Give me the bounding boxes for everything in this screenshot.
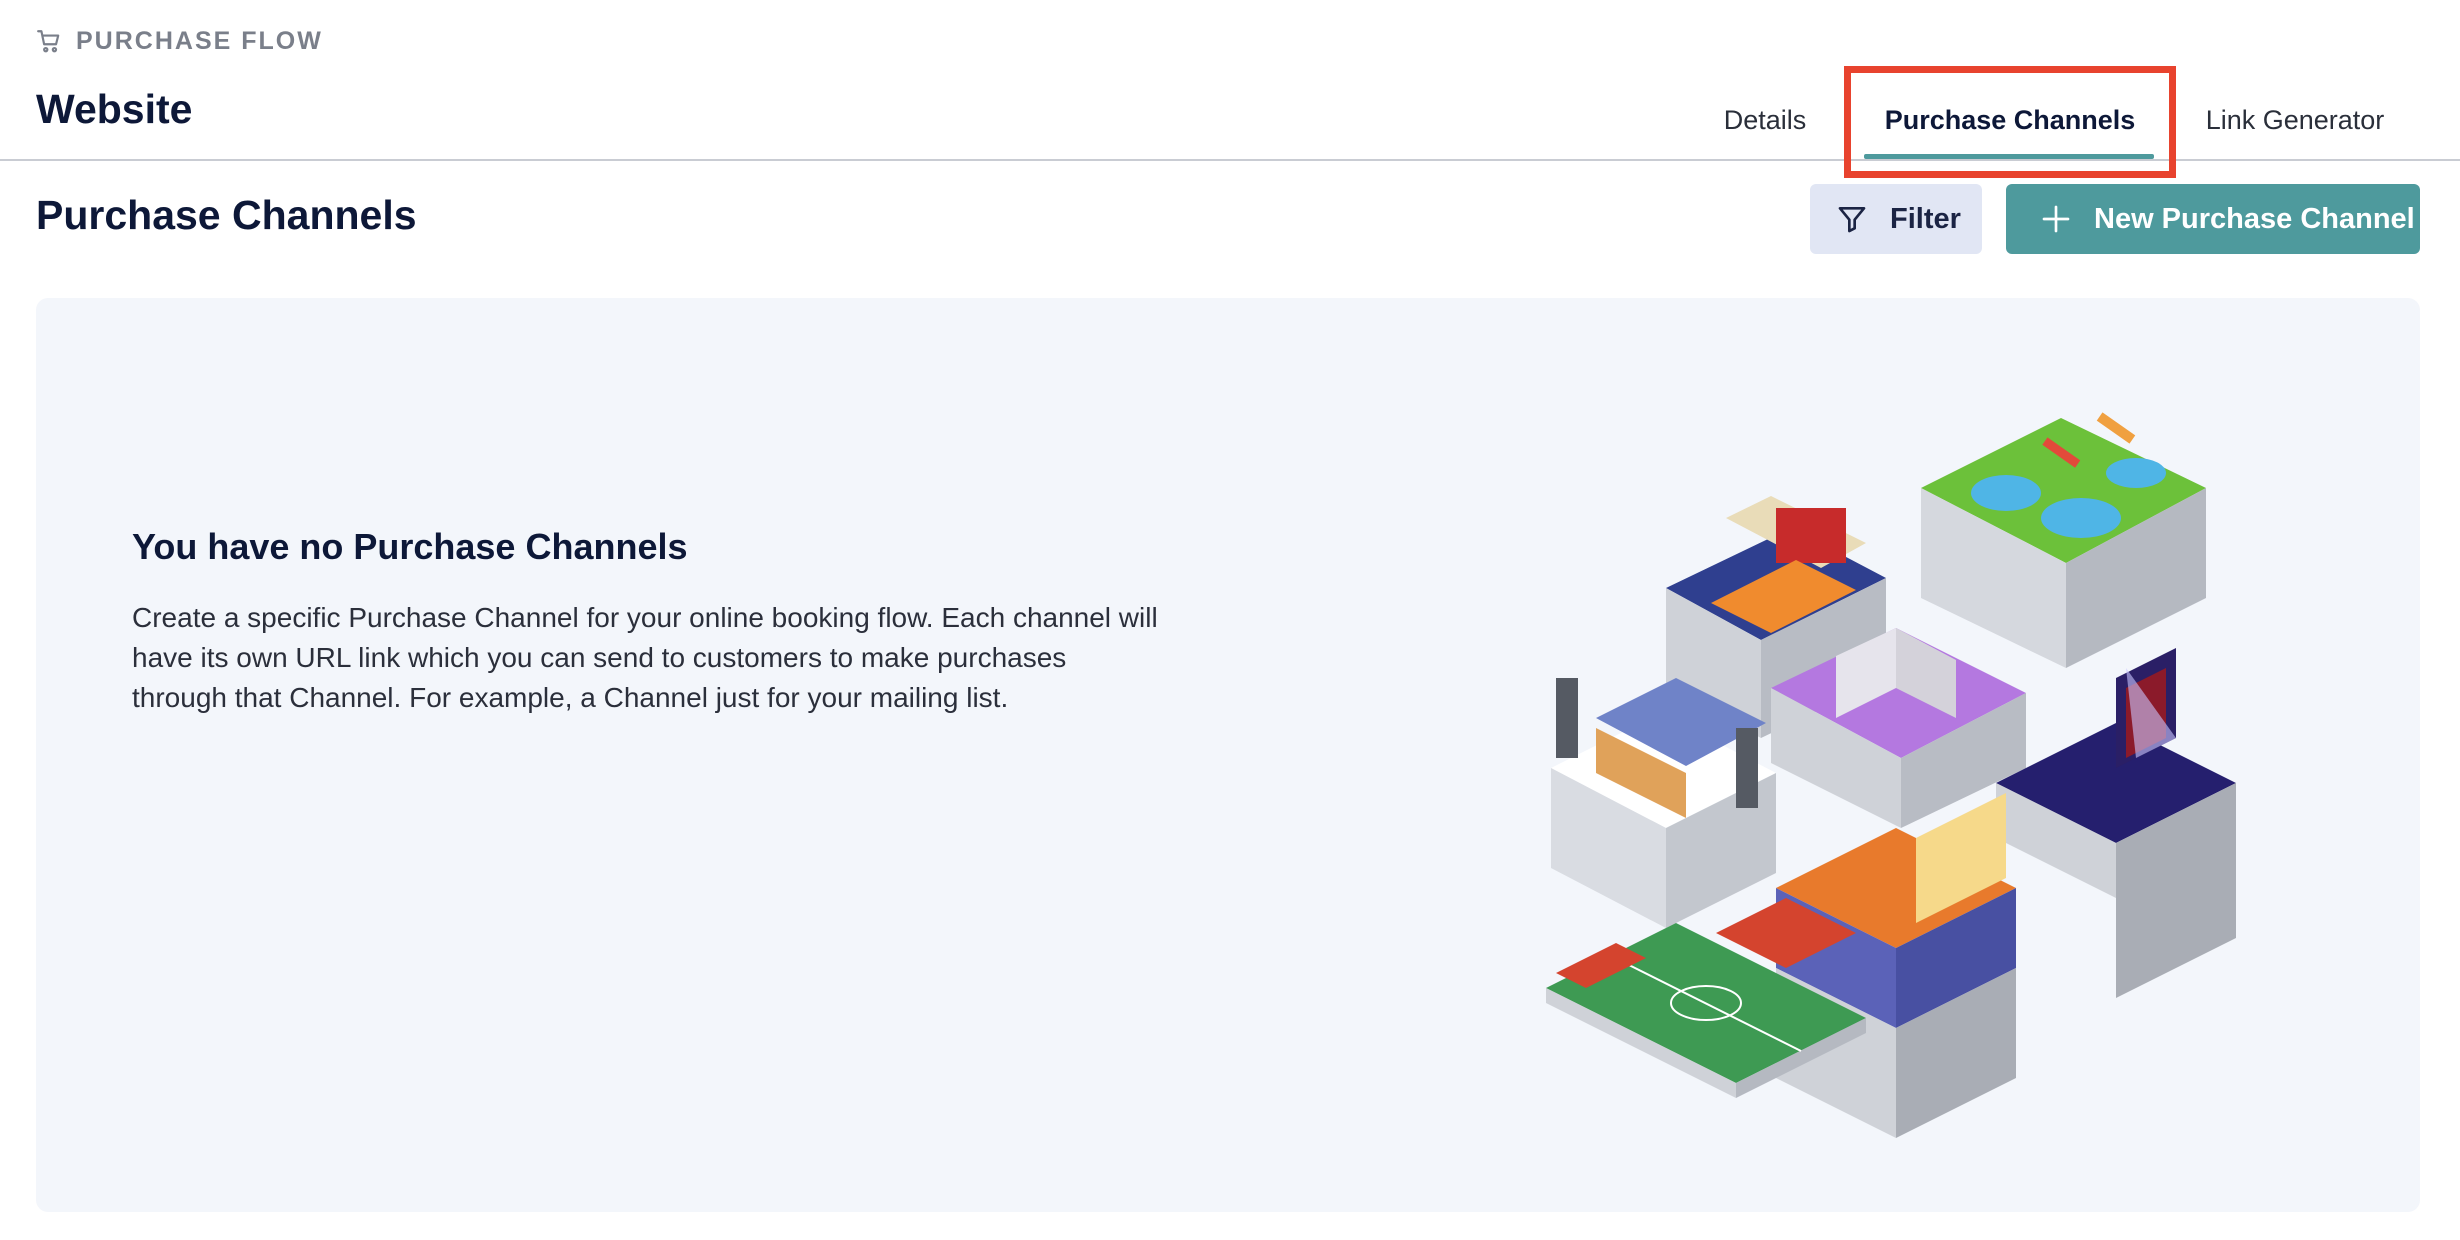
empty-state-title: You have no Purchase Channels — [132, 526, 688, 567]
active-tab-indicator — [1864, 154, 2154, 159]
empty-state-card: You have no Purchase Channels Create a s… — [36, 298, 2420, 1212]
isometric-venues-illustration — [1546, 412, 2236, 1138]
tab-bar: Details Purchase Channels Link Generator — [0, 90, 2460, 160]
waterpark-block — [1921, 412, 2206, 668]
tab-link-generator[interactable]: Link Generator — [2190, 90, 2400, 150]
cinema-block — [1776, 793, 2016, 1138]
filter-button[interactable]: Filter — [1810, 184, 1982, 254]
section-label-text: PURCHASE FLOW — [76, 26, 323, 55]
section-label: PURCHASE FLOW — [36, 24, 323, 58]
concert-stage-block — [1551, 678, 1776, 928]
section-title: Purchase Channels — [36, 192, 417, 238]
new-purchase-channel-label: New Purchase Channel — [2094, 202, 2415, 235]
filter-icon — [1838, 207, 1866, 233]
plus-icon — [2042, 205, 2070, 233]
filter-button-label: Filter — [1890, 202, 1961, 235]
cart-icon — [37, 30, 60, 53]
new-purchase-channel-button[interactable]: New Purchase Channel — [2006, 184, 2420, 254]
empty-state-description: Create a specific Purchase Channel for y… — [132, 602, 1158, 713]
tab-details[interactable]: Details — [1700, 90, 1830, 150]
performance-theatre-block — [1996, 648, 2236, 998]
tab-purchase-channels[interactable]: Purchase Channels — [1880, 90, 2140, 150]
top-header: PURCHASE FLOW Website Details Purchase C… — [0, 0, 2460, 178]
